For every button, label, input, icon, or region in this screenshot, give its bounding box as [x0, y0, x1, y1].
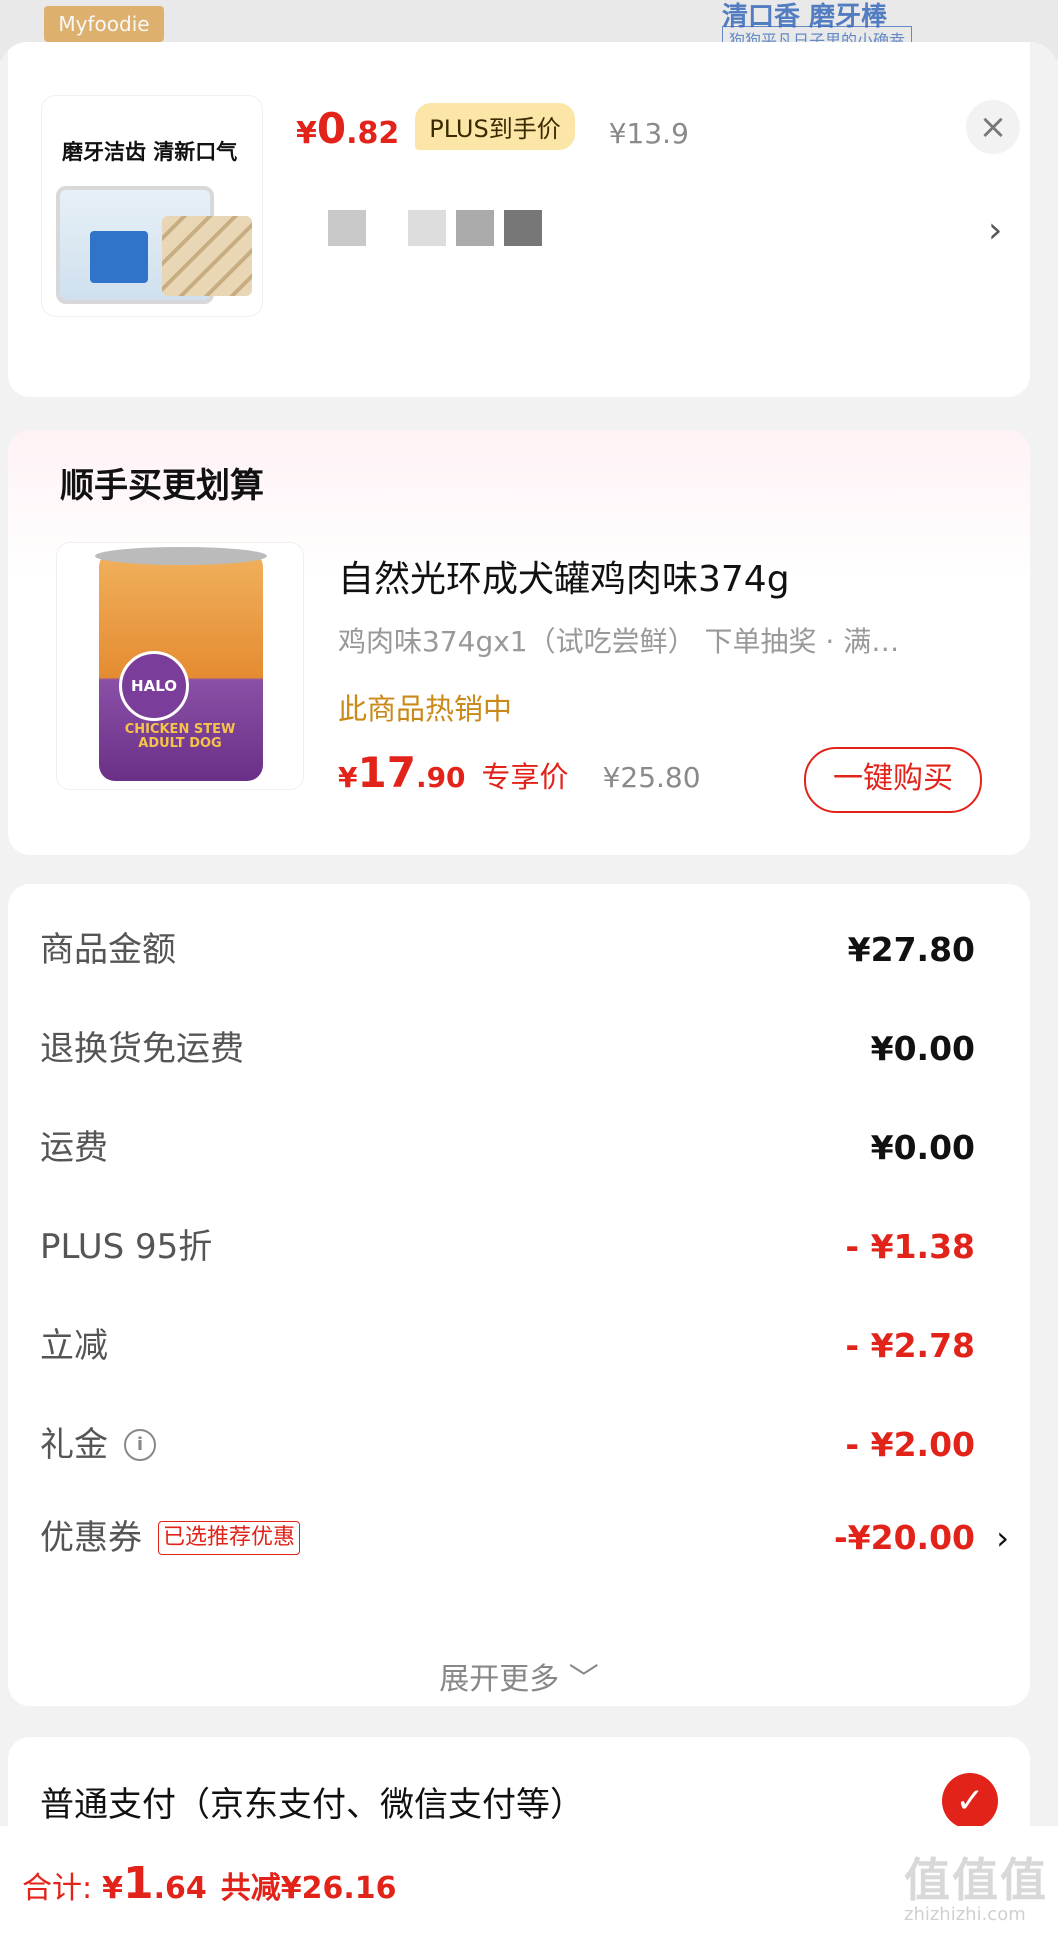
blurred-spec: [328, 210, 366, 246]
amount-value: ¥27.80: [847, 930, 975, 969]
can-lid-graphic: [95, 547, 267, 565]
amount-value: ¥0.00: [870, 1029, 975, 1068]
product-header: 磨牙洁齿 清新口气 ¥ 0 .82 PLUS到手价 ¥13.9 × ›: [8, 42, 1030, 397]
exclusive-price-tag: 专享价: [481, 760, 569, 794]
amount-label: 退换货免运费: [40, 1029, 244, 1069]
amount-value: - ¥2.78: [845, 1326, 975, 1365]
checkout-bottom-bar: 合计: ¥ 1 .64 共减¥26.16 值值值 zhizhizhi.com: [0, 1826, 1058, 1939]
coupon-selected-badge: 已选推荐优惠: [158, 1521, 301, 1555]
price-integer: 0: [316, 104, 347, 153]
order-amounts-card: 商品金额 ¥27.80 退换货免运费 ¥0.00 运费 ¥0.00 PLUS 9…: [8, 884, 1030, 1706]
amount-row-instant-discount: 立减 - ¥2.78: [40, 1316, 975, 1376]
thumbnail-caption: 磨牙洁齿 清新口气: [62, 140, 238, 164]
amount-row-return-shipping: 退换货免运费 ¥0.00: [40, 1019, 975, 1079]
price-decimal: .90: [415, 761, 466, 794]
price-currency: ¥: [296, 116, 317, 151]
amount-value: ¥0.00: [870, 1128, 975, 1167]
plus-price-badge: PLUS到手价: [415, 103, 575, 150]
order-total: 合计: ¥ 1 .64 共减¥26.16: [22, 1858, 397, 1909]
chevron-right-icon[interactable]: ›: [988, 210, 1002, 251]
one-click-buy-button[interactable]: 一键购买: [804, 747, 982, 813]
upsell-product-spec: 鸡肉味374gx1（试吃尝鲜） 下单抽奖 · 满…: [338, 625, 900, 658]
total-savings: 共减¥26.16: [220, 1871, 397, 1906]
total-label: 合计:: [22, 1871, 93, 1906]
product-price: ¥ 0 .82 PLUS到手价 ¥13.9: [296, 103, 689, 154]
price-integer: 17: [357, 748, 416, 797]
total-integer: 1: [122, 1858, 154, 1909]
amount-row-plus-discount: PLUS 95折 - ¥1.38: [40, 1217, 975, 1277]
amount-label: 优惠券: [40, 1518, 142, 1558]
can-label: CHICKEN STEW ADULT DOG: [124, 722, 236, 751]
original-price: ¥25.80: [602, 761, 701, 794]
check-icon[interactable]: ✓: [942, 1773, 998, 1829]
watermark-url: zhizhizhi.com: [904, 1904, 1026, 1925]
blurred-spec: [408, 210, 446, 246]
chew-sticks-graphic: [162, 216, 252, 296]
close-icon[interactable]: ×: [966, 100, 1020, 154]
amount-row-gift-money: 礼金 i - ¥2.00: [40, 1415, 975, 1475]
total-currency: ¥: [102, 1871, 123, 1906]
watermark-logo: 值值值: [904, 1853, 1048, 1907]
checkout-sheet: 磨牙洁齿 清新口气 ¥ 0 .82 PLUS到手价 ¥13.9 × › 顺手买更…: [0, 42, 1058, 1939]
amount-label: 商品金额: [40, 930, 176, 970]
amount-label: PLUS 95折: [40, 1227, 213, 1267]
amount-value: - ¥1.38: [845, 1227, 975, 1266]
original-price: ¥13.9: [608, 117, 689, 150]
amount-row-subtotal: 商品金额 ¥27.80: [40, 920, 975, 980]
amount-label: 立减: [40, 1326, 108, 1366]
expand-more-link[interactable]: 展开更多 ﹀: [8, 1654, 1030, 1698]
brand-logo: Myfoodie: [44, 6, 164, 42]
product-thumbnail[interactable]: 磨牙洁齿 清新口气: [42, 96, 262, 316]
upsell-title: 顺手买更划算: [60, 466, 264, 506]
halo-logo: HALO: [119, 651, 189, 721]
blurred-spec: [504, 210, 542, 246]
amount-value: - ¥2.00: [845, 1425, 975, 1464]
amount-row-coupon[interactable]: 优惠券 已选推荐优惠 -¥20.00 ›: [40, 1508, 1009, 1568]
jar-label-graphic: [90, 231, 148, 283]
amount-label: 运费: [40, 1128, 108, 1168]
hot-selling-label: 此商品热销中: [338, 692, 513, 726]
total-decimal: .64: [153, 1871, 207, 1906]
upsell-product-image[interactable]: HALO CHICKEN STEW ADULT DOG: [56, 542, 304, 790]
blurred-spec: [456, 210, 494, 246]
price-decimal: .82: [346, 116, 400, 151]
amount-label: 礼金: [40, 1425, 108, 1465]
upsell-price: ¥ 17 .90 专享价 ¥25.80: [338, 748, 701, 797]
chevron-right-icon[interactable]: ›: [996, 1508, 1009, 1568]
amount-row-shipping: 运费 ¥0.00: [40, 1118, 975, 1178]
upsell-product-name[interactable]: 自然光环成犬罐鸡肉味374g: [338, 550, 790, 602]
payment-method-label: 普通支付（京东支付、微信支付等）: [40, 1785, 584, 1825]
amount-value: -¥20.00: [833, 1518, 975, 1557]
upsell-card: 顺手买更划算 HALO CHICKEN STEW ADULT DOG 自然光环成…: [8, 430, 1030, 855]
info-icon[interactable]: i: [124, 1429, 156, 1461]
price-currency: ¥: [338, 761, 358, 794]
spec-selector[interactable]: [328, 210, 542, 246]
